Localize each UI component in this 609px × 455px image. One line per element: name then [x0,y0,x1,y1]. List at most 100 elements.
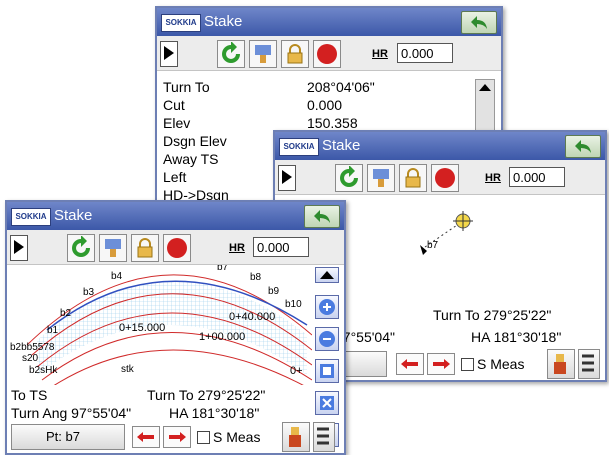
zoom-out-button[interactable] [315,327,339,351]
instrument-button[interactable] [249,40,277,68]
zoom-extents-button[interactable] [315,391,339,415]
title-bar: SOKKIA Stake [157,8,501,36]
map-label: stk [121,364,134,375]
lock-button[interactable] [131,234,159,262]
toolbar: HR 0.000 [7,230,344,265]
station-label: 1+00.000 [199,331,246,343]
stop-button[interactable] [431,164,459,192]
lock-icon [287,44,303,64]
back-button[interactable] [304,205,340,228]
surveyor-icon [289,427,301,447]
refresh-icon [222,42,240,63]
next-point-button[interactable] [163,426,191,448]
back-arrow-icon [471,16,487,29]
smeas-label: S Meas [477,356,525,372]
point-select-button[interactable]: Pt: b7 [11,424,125,450]
row-value: 0.000 [307,97,343,113]
hr-input[interactable]: 0.000 [397,43,453,63]
play-arrow-icon [164,46,174,60]
station-label: 0+40.000 [229,311,276,323]
zoom-extents-icon [320,396,334,410]
point-label: s20 [22,353,39,364]
refresh-button[interactable] [67,234,95,262]
point-label: b3 [83,287,95,298]
prev-point-button[interactable] [132,426,160,448]
hr-label: HR [485,172,501,184]
measure-button[interactable] [547,349,575,379]
smeas-label: S Meas [213,429,261,445]
stack-icon [317,427,329,445]
right-arrow-icon [433,359,450,369]
row-label: Elev [163,115,191,131]
scroll-up-button[interactable] [315,267,339,283]
menu-arrow-button[interactable] [160,41,178,67]
lock-icon [137,238,153,258]
lock-button[interactable] [281,40,309,68]
instrument-icon [105,239,121,257]
refresh-icon [340,166,358,187]
point-label: b9 [268,286,280,297]
menu-arrow-button[interactable] [278,165,296,191]
refresh-button[interactable] [217,40,245,68]
ha-text: HA 181°30'18" [169,405,260,421]
hr-input[interactable]: 0.000 [253,237,309,257]
left-arrow-icon [401,359,418,369]
smeas-checkbox[interactable] [461,358,474,371]
stop-button[interactable] [313,40,341,68]
zoom-in-icon [319,299,335,315]
stack-icon [582,354,594,372]
sokkia-logo: SOKKIA [11,208,51,226]
row-value: 208°04'06" [307,79,375,95]
map-label: b2sHk [29,365,58,376]
window-title: Stake [54,207,93,224]
title-bar: SOKKIA Stake [7,202,344,230]
row-label: Dsgn Elev [163,133,227,149]
point-label: b2 [60,308,72,319]
row-label: Cut [163,97,185,113]
hr-input[interactable]: 0.000 [509,167,565,187]
lock-button[interactable] [399,164,427,192]
back-arrow-icon [575,140,591,153]
back-button[interactable] [461,11,497,34]
prev-point-button[interactable] [396,353,424,375]
sokkia-logo: SOKKIA [279,138,319,156]
left-arrow-icon [137,432,154,442]
zoom-window-icon [320,364,334,378]
turn-to-text: Turn To 279°25'22" [147,387,266,403]
play-arrow-icon [14,240,24,254]
instrument-button[interactable] [99,234,127,262]
refresh-button[interactable] [335,164,363,192]
map-label: b2bb5578 [10,342,55,353]
toolbar: HR 0.000 [275,160,605,195]
instrument-icon [255,45,271,63]
ha-text: HA 181°30'18" [471,329,562,345]
surveyor-icon [554,354,566,374]
refresh-icon [72,236,90,257]
zoom-window-button[interactable] [315,359,339,383]
hr-label: HR [372,48,388,60]
next-point-button[interactable] [427,353,455,375]
map-label: 0+ [290,365,303,377]
hr-label: HR [229,242,245,254]
point-label: b8 [250,272,262,283]
to-ts-text: To TS [11,387,48,403]
title-bar: SOKKIA Stake [275,132,605,160]
stake-window-map: SOKKIA Stake HR 0.000 b2 b3 b4 b8 b9 b10… [5,200,346,455]
window-title: Stake [322,137,361,154]
map-canvas[interactable]: b2 b3 b4 b8 b9 b10 b1 b7 s20 0+15.000 1+… [7,265,312,385]
back-arrow-icon [314,210,330,223]
back-button[interactable] [565,135,601,158]
stop-button[interactable] [163,234,191,262]
station-label: 0+15.000 [119,322,166,334]
measure-button[interactable] [282,422,310,452]
window-title: Stake [204,13,243,30]
more-button[interactable] [313,422,335,452]
more-button[interactable] [578,349,600,379]
smeas-checkbox[interactable] [197,431,210,444]
stop-icon [167,238,187,258]
instrument-button[interactable] [367,164,395,192]
menu-arrow-button[interactable] [10,235,28,261]
play-arrow-icon [282,170,292,184]
zoom-in-button[interactable] [315,295,339,319]
point-label: b7 [427,240,439,251]
